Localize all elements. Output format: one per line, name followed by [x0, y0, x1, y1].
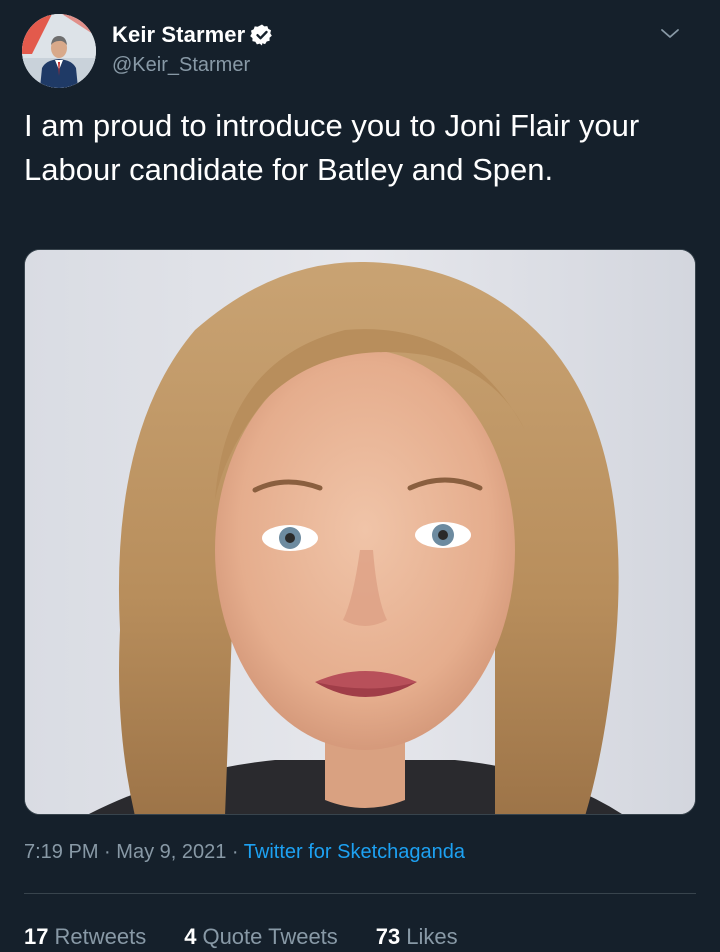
- timestamp-row: 7:19 PM · May 9, 2021 · Twitter for Sket…: [24, 841, 465, 864]
- verified-badge-icon: [250, 23, 274, 47]
- meta-separator: ·: [231, 841, 239, 863]
- divider: [24, 893, 696, 894]
- tweet-photo[interactable]: [24, 249, 696, 815]
- meta-separator: ·: [104, 841, 111, 863]
- display-name[interactable]: Keir Starmer: [112, 22, 245, 48]
- retweets-stat[interactable]: 17 Retweets: [24, 924, 146, 950]
- retweets-count: 17: [24, 924, 49, 949]
- tweet-card: Keir Starmer @Keir_Starmer I am proud to…: [0, 0, 720, 952]
- quote-tweets-label: Quote Tweets: [202, 924, 338, 949]
- tweet-date[interactable]: May 9, 2021: [116, 841, 226, 863]
- handle[interactable]: @Keir_Starmer: [112, 54, 274, 77]
- display-name-row: Keir Starmer: [112, 20, 274, 50]
- quote-tweets-count: 4: [184, 924, 197, 949]
- tweet-time[interactable]: 7:19 PM: [24, 841, 98, 863]
- chevron-down-icon[interactable]: [658, 22, 682, 46]
- likes-label: Likes: [406, 924, 458, 949]
- likes-count: 73: [375, 924, 401, 949]
- quote-tweets-stat[interactable]: 4 Quote Tweets: [184, 924, 338, 950]
- avatar-image: [22, 14, 96, 88]
- tweet-source-link[interactable]: Twitter for Sketchaganda: [244, 841, 465, 863]
- avatar[interactable]: [22, 14, 96, 88]
- portrait-image: [25, 250, 695, 814]
- likes-stat[interactable]: 73 Likes: [376, 924, 458, 950]
- engagement-stats: 17 Retweets 4 Quote Tweets 73 Likes: [24, 924, 496, 950]
- retweets-label: Retweets: [54, 924, 147, 949]
- author-info: Keir Starmer @Keir_Starmer: [112, 20, 274, 77]
- tweet-text: I am proud to introduce you to Joni Flai…: [24, 108, 640, 187]
